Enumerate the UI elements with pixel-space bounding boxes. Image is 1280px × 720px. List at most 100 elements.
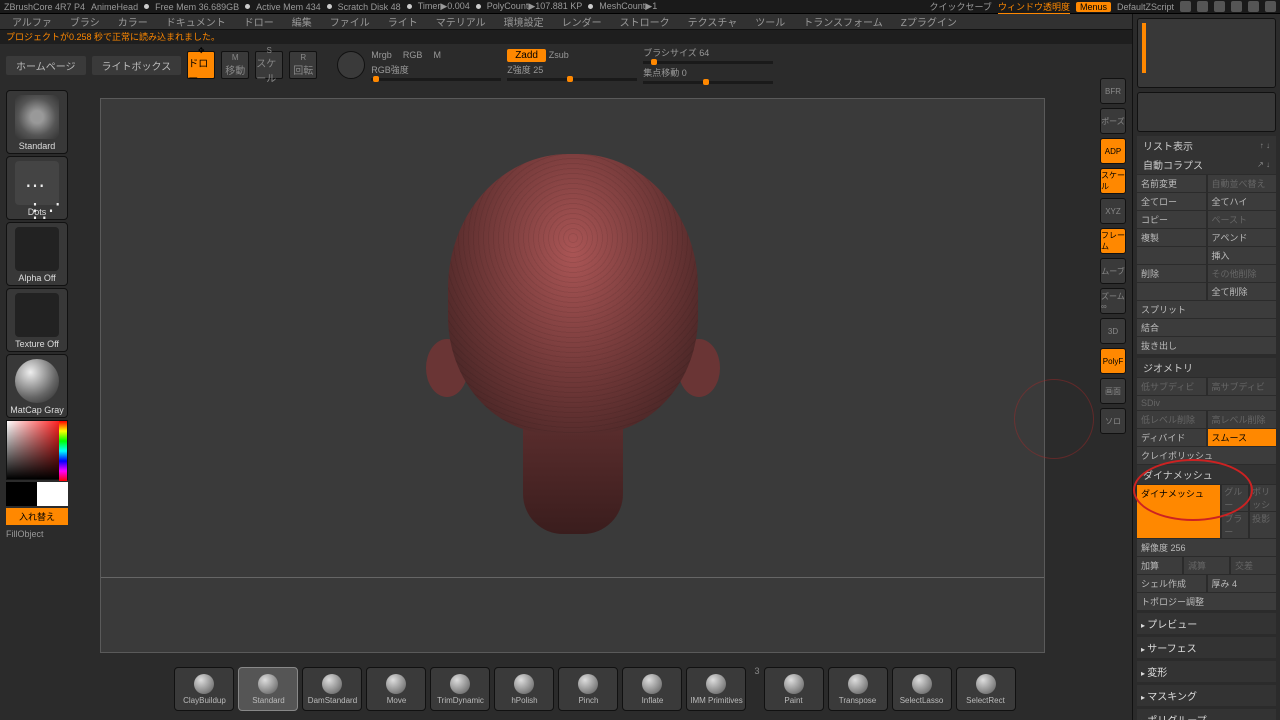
brush-picker[interactable]: Standard [6,90,68,154]
alpha-picker[interactable]: Alpha Off [6,222,68,286]
section-サーフェス[interactable]: サーフェス [1137,637,1276,658]
resolution-slider[interactable]: 解像度 256 [1137,539,1276,556]
menu-brush[interactable]: ブラシ [62,14,108,29]
delhigh-button[interactable]: 高レベル削除 [1208,411,1277,428]
rgb-intensity-slider[interactable] [371,78,501,81]
sort-arrows-icon[interactable]: ↑ ↓ [1260,141,1270,150]
m-toggle[interactable]: M [433,50,441,60]
brush-size-slider[interactable] [643,61,773,64]
window-icon[interactable] [1214,1,1225,12]
dellow-button[interactable]: 低レベル削除 [1137,411,1206,428]
menu-material[interactable]: マテリアル [428,14,494,29]
rgb-toggle[interactable]: RGB [403,50,423,60]
rename-button[interactable]: 名前変更 [1137,175,1206,192]
move-mode-icon[interactable]: M移動 [221,51,249,79]
viewport-btn-2[interactable]: ADP [1100,138,1126,164]
paste-button[interactable]: ペースト [1208,211,1277,228]
menus-button[interactable]: Menus [1076,2,1111,12]
maximize-icon[interactable] [1248,1,1259,12]
brush-selectlasso[interactable]: SelectLasso [892,667,952,711]
shell-button[interactable]: シェル作成 [1137,575,1206,592]
rotate-mode-icon[interactable]: R回転 [289,51,317,79]
brush-paint[interactable]: Paint [764,667,824,711]
viewport-btn-11[interactable]: ソロ [1100,408,1126,434]
brush-damstandard[interactable]: DamStandard [302,667,362,711]
divide-button[interactable]: ディバイド [1137,429,1206,446]
menu-light[interactable]: ライト [380,14,426,29]
menu-document[interactable]: ドキュメント [158,14,234,29]
fillobject-button[interactable]: FillObject [6,527,68,541]
zsub-button[interactable]: Zsub [549,50,569,60]
menu-transform[interactable]: トランスフォーム [795,14,891,29]
brush-claybuildup[interactable]: ClayBuildup [174,667,234,711]
add-mode[interactable]: 加算 [1137,557,1182,574]
zadd-button[interactable]: Zadd [507,49,546,62]
viewport-btn-1[interactable]: ポーズ [1100,108,1126,134]
section-変形[interactable]: 変形 [1137,661,1276,682]
close-icon[interactable] [1265,1,1276,12]
brush-hpolish[interactable]: hPolish [494,667,554,711]
z-intensity-slider[interactable] [507,78,637,81]
lowsdiv-button[interactable]: 低サブディビ [1137,378,1206,395]
allhigh-button[interactable]: 全てハイ [1208,193,1277,210]
dynamesh-button[interactable]: ダイナメッシュ [1137,485,1220,538]
section-マスキング[interactable]: マスキング [1137,685,1276,706]
extract-button[interactable]: 抜き出し [1137,337,1276,354]
autosort-button[interactable]: 自動並べ替え [1208,175,1277,192]
append-button[interactable]: アペンド [1208,229,1277,246]
swap-color-button[interactable]: 入れ替え [6,508,68,525]
brush-standard[interactable]: Standard [238,667,298,711]
brush-transpose[interactable]: Transpose [828,667,888,711]
delete-other-button[interactable]: その他削除 [1208,265,1277,282]
lightbox-button[interactable]: ライトボックス [92,56,182,75]
section-プレビュー[interactable]: プレビュー [1137,613,1276,634]
menu-color[interactable]: カラー [110,14,156,29]
menu-texture[interactable]: テクスチャ [680,14,746,29]
split-button[interactable]: スプリット [1137,301,1276,318]
brush-trimdynamic[interactable]: TrimDynamic [430,667,490,711]
menu-alpha[interactable]: アルファ [4,14,60,29]
geometry-header[interactable]: ジオメトリ [1143,360,1193,375]
sdiv-slider[interactable]: SDiv [1137,396,1276,410]
material-picker[interactable]: MatCap Gray [6,354,68,418]
viewport-btn-4[interactable]: XYZ [1100,198,1126,224]
brush-pinch[interactable]: Pinch [558,667,618,711]
viewport-btn-10[interactable]: 画面 [1100,378,1126,404]
dynamesh-header[interactable]: ダイナメッシュ [1143,467,1213,482]
draw-mode-icon[interactable]: ✥ドロー [187,51,215,79]
menu-file[interactable]: ファイル [322,14,378,29]
subtool-thumbnail[interactable] [1137,18,1276,88]
menu-draw[interactable]: ドロー [236,14,282,29]
color-picker[interactable] [6,420,68,480]
duplicate-button[interactable]: 複製 [1137,229,1206,246]
scale-mode-icon[interactable]: Sスケール [255,51,283,79]
thickness-slider[interactable]: 厚み 4 [1208,575,1277,592]
highsdiv-button[interactable]: 高サブディビ [1208,378,1277,395]
stroke-picker[interactable]: Dots [6,156,68,220]
copy-button[interactable]: コピー [1137,211,1206,228]
and-mode[interactable]: 交差 [1231,557,1276,574]
focal-shift-slider[interactable] [643,81,773,84]
collapse-icons[interactable]: ↗ ↓ [1257,160,1270,169]
group-toggle[interactable]: グルー [1222,485,1248,511]
blur-slider[interactable]: ブラー [1222,512,1248,538]
claypolish-button[interactable]: クレイポリッシュ [1137,447,1276,464]
smooth-button[interactable]: スムース [1208,429,1277,446]
brush-move[interactable]: Move [366,667,426,711]
viewport-btn-7[interactable]: ズーム∞ [1100,288,1126,314]
default-zscript[interactable]: DefaultZScript [1117,2,1174,12]
delete-all-button[interactable]: 全て削除 [1208,283,1277,300]
color-swatches[interactable] [6,482,68,506]
viewport-btn-0[interactable]: BFR [1100,78,1126,104]
window-icon[interactable] [1180,1,1191,12]
menu-preferences[interactable]: 環境設定 [496,14,552,29]
texture-picker[interactable]: Texture Off [6,288,68,352]
brush-inflate[interactable]: Inflate [622,667,682,711]
brush-imm primitives[interactable]: IMM Primitives [686,667,746,711]
homepage-button[interactable]: ホームページ [6,56,86,75]
viewport-btn-8[interactable]: 3D [1100,318,1126,344]
menu-stroke[interactable]: ストローク [612,14,678,29]
sub-mode[interactable]: 減算 [1184,557,1229,574]
viewport-btn-3[interactable]: スケール [1100,168,1126,194]
alllow-button[interactable]: 全てロー [1137,193,1206,210]
